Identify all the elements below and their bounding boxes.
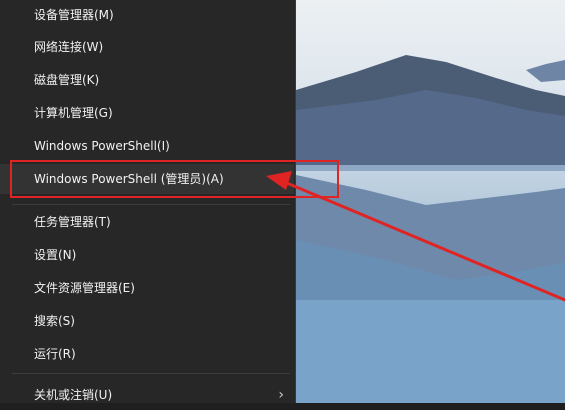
menu-item-run[interactable]: 运行(R) bbox=[0, 339, 294, 369]
menu-item-powershell[interactable]: Windows PowerShell(I) bbox=[0, 131, 294, 161]
menu-item-shutdown-signout[interactable]: 关机或注销(U) › bbox=[0, 380, 294, 410]
menu-item-label: 设置(N) bbox=[34, 248, 77, 262]
menu-item-network-connections[interactable]: 网络连接(W) bbox=[0, 32, 294, 62]
menu-item-search[interactable]: 搜索(S) bbox=[0, 306, 294, 336]
menu-item-label: 磁盘管理(K) bbox=[34, 73, 100, 87]
chevron-right-icon: › bbox=[278, 387, 284, 403]
menu-item-label: 设备管理器(M) bbox=[34, 8, 114, 22]
menu-item-label: 任务管理器(T) bbox=[34, 215, 111, 229]
menu-item-label: Windows PowerShell(I) bbox=[34, 139, 170, 153]
menu-item-settings[interactable]: 设置(N) bbox=[0, 240, 294, 270]
menu-item-computer-management[interactable]: 计算机管理(G) bbox=[0, 98, 294, 128]
menu-item-powershell-admin[interactable]: Windows PowerShell (管理员)(A) bbox=[0, 164, 294, 194]
menu-item-label: 网络连接(W) bbox=[34, 40, 104, 54]
menu-item-label: 计算机管理(G) bbox=[34, 106, 113, 120]
menu-item-disk-management[interactable]: 磁盘管理(K) bbox=[0, 65, 294, 95]
menu-item-label: 文件资源管理器(E) bbox=[34, 281, 135, 295]
menu-item-label: Windows PowerShell (管理员)(A) bbox=[34, 172, 224, 186]
menu-item-label: 关机或注销(U) bbox=[34, 388, 113, 402]
menu-separator bbox=[12, 373, 290, 374]
menu-item-file-explorer[interactable]: 文件资源管理器(E) bbox=[0, 273, 294, 303]
menu-item-device-manager[interactable]: 设备管理器(M) bbox=[0, 0, 294, 30]
menu-item-label: 运行(R) bbox=[34, 347, 76, 361]
menu-item-label: 搜索(S) bbox=[34, 314, 75, 328]
menu-item-task-manager[interactable]: 任务管理器(T) bbox=[0, 207, 294, 237]
desktop-wallpaper bbox=[296, 0, 565, 403]
menu-separator bbox=[12, 204, 290, 205]
wallpaper-landscape bbox=[296, 55, 565, 403]
power-user-menu: 设备管理器(M) 网络连接(W) 磁盘管理(K) 计算机管理(G) Window… bbox=[0, 0, 296, 403]
